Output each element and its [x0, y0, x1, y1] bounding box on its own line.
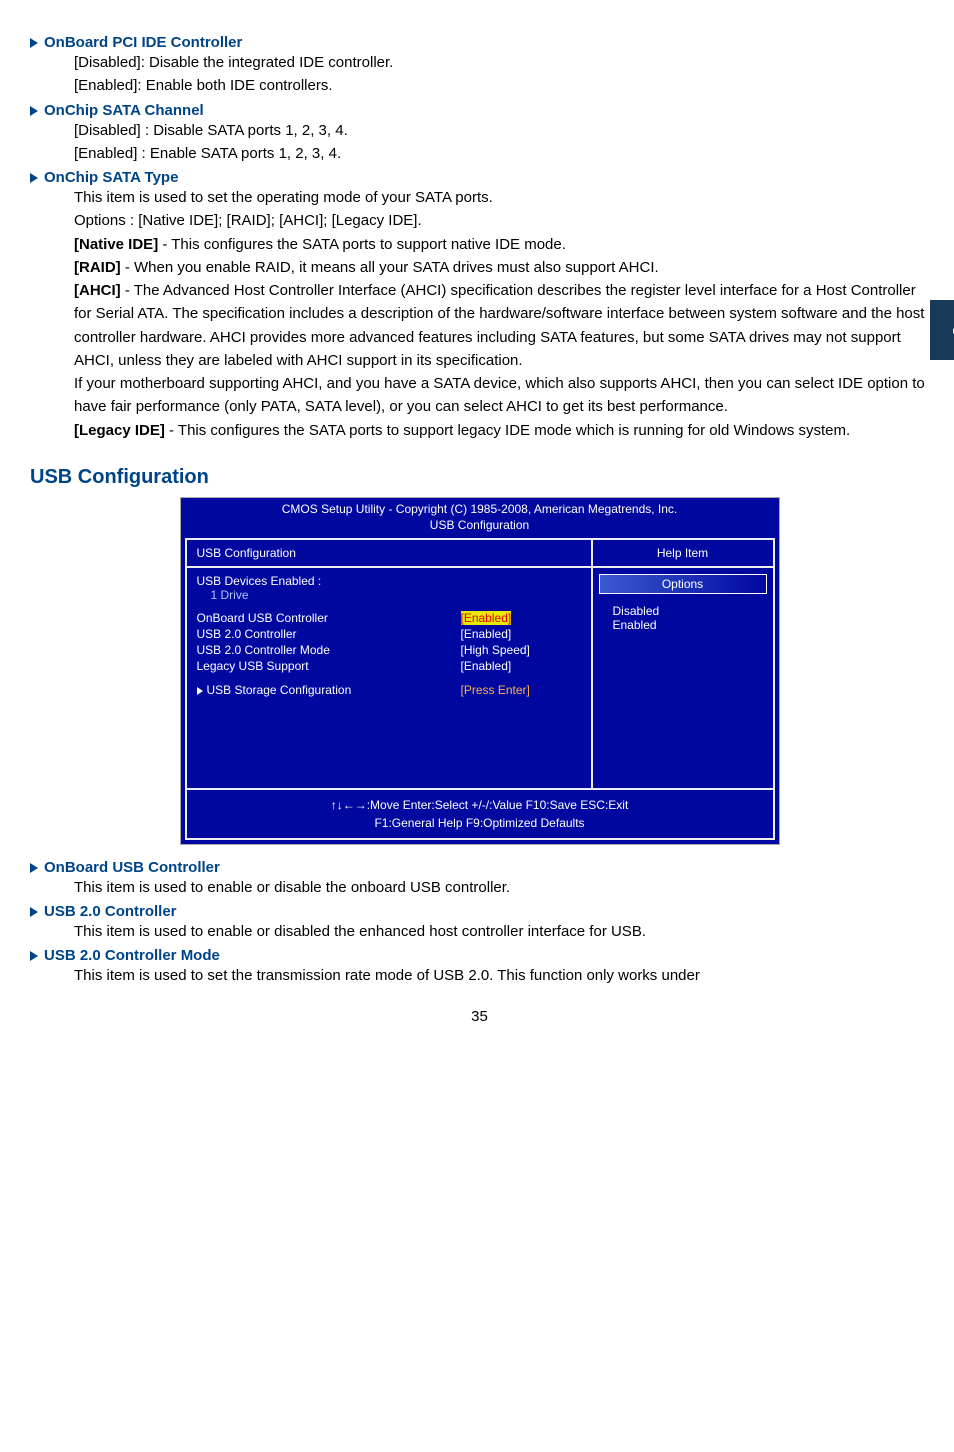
bios-row-value: [Enabled] [461, 659, 581, 673]
bios-footer-line: ↑↓←→:Move Enter:Select +/-/:Value F10:Sa… [191, 796, 769, 814]
body-line: Options : [Native IDE]; [RAID]; [AHCI]; … [74, 209, 929, 232]
section-title: OnChip SATA Channel [44, 102, 204, 119]
bios-rows: USB Devices Enabled : 1 Drive OnBoard US… [187, 568, 591, 788]
bios-submenu-value: [Press Enter] [461, 683, 581, 697]
bios-option[interactable]: Enabled [613, 618, 753, 632]
bios-options-box: Options [599, 574, 767, 594]
bios-row[interactable]: OnBoard USB Controller[Enabled] [197, 610, 581, 626]
bios-right-header: Help Item [593, 540, 773, 568]
bios-row-value: [Enabled] [461, 627, 581, 641]
bios-body: USB Configuration USB Devices Enabled : … [185, 538, 775, 790]
section-heading: OnBoard USB Controller [30, 859, 929, 876]
body-line: [Enabled] : Enable SATA ports 1, 2, 3, 4… [74, 142, 929, 165]
section-heading: USB 2.0 Controller Mode [30, 947, 929, 964]
section-title: OnChip SATA Type [44, 169, 178, 186]
bold-label: [RAID] [74, 259, 121, 276]
body-rest: - This configures the SATA ports to supp… [165, 422, 850, 439]
section-title: USB 2.0 Controller [44, 903, 177, 920]
highlighted-value: [Enabled] [461, 611, 512, 625]
bios-devices-label: USB Devices Enabled : [197, 574, 581, 588]
bios-row-label: Legacy USB Support [197, 659, 461, 673]
bios-subtitle: USB Configuration [181, 518, 779, 538]
bios-options-header: Options [600, 575, 766, 593]
bios-option[interactable]: Disabled [613, 604, 753, 618]
usb-config-heading: USB Configuration [30, 466, 929, 489]
arrow-icon [30, 907, 38, 917]
body-line: [Enabled]: Enable both IDE controllers. [74, 74, 929, 97]
bios-row-label: OnBoard USB Controller [197, 611, 461, 625]
body-line: [Legacy IDE] - This configures the SATA … [74, 419, 929, 442]
section-heading: OnChip SATA Type [30, 169, 929, 186]
bold-label: [Native IDE] [74, 236, 158, 253]
bios-right-panel: Help Item Options Disabled Enabled [593, 540, 773, 788]
arrow-icon [30, 106, 38, 116]
bios-row-label: USB 2.0 Controller Mode [197, 643, 461, 657]
bios-title: CMOS Setup Utility - Copyright (C) 1985-… [181, 498, 779, 518]
arrow-icon [30, 951, 38, 961]
submenu-arrow-icon [197, 687, 203, 695]
body-line: This item is used to set the transmissio… [74, 964, 929, 987]
section-heading: OnChip SATA Channel [30, 102, 929, 119]
bios-footer: ↑↓←→:Move Enter:Select +/-/:Value F10:Sa… [185, 790, 775, 840]
body-line: [Disabled] : Disable SATA ports 1, 2, 3,… [74, 119, 929, 142]
body-line: [Disabled]: Disable the integrated IDE c… [74, 51, 929, 74]
section-heading: USB 2.0 Controller [30, 903, 929, 920]
arrow-icon [30, 173, 38, 183]
bios-devices-value: 1 Drive [197, 588, 581, 602]
bios-row[interactable]: USB 2.0 Controller Mode[High Speed] [197, 642, 581, 658]
page-side-tab: 3 [930, 300, 954, 360]
bios-row-label: USB 2.0 Controller [197, 627, 461, 641]
body-line: [RAID] - When you enable RAID, it means … [74, 256, 929, 279]
body-line: This item is used to set the operating m… [74, 186, 929, 209]
bios-submenu-row[interactable]: USB Storage Configuration[Press Enter] [197, 682, 581, 698]
body-line: If your motherboard supporting AHCI, and… [74, 372, 929, 419]
bios-row[interactable]: USB 2.0 Controller[Enabled] [197, 626, 581, 642]
bold-label: [AHCI] [74, 282, 121, 299]
body-rest: - When you enable RAID, it means all you… [121, 259, 659, 276]
section-heading: OnBoard PCI IDE Controller [30, 34, 929, 51]
bios-row-value: [High Speed] [461, 643, 581, 657]
section-title: OnBoard USB Controller [44, 859, 220, 876]
bold-label: [Legacy IDE] [74, 422, 165, 439]
bios-left-header: USB Configuration [187, 540, 591, 568]
bios-options-list: Disabled Enabled [593, 600, 773, 642]
section-title: OnBoard PCI IDE Controller [44, 34, 242, 51]
body-line: [AHCI] - The Advanced Host Controller In… [74, 279, 929, 372]
arrow-icon [30, 38, 38, 48]
arrow-icon [30, 863, 38, 873]
body-rest: - This configures the SATA ports to supp… [158, 236, 566, 253]
bios-left-panel: USB Configuration USB Devices Enabled : … [187, 540, 593, 788]
body-line: This item is used to enable or disabled … [74, 920, 929, 943]
bios-row[interactable]: Legacy USB Support[Enabled] [197, 658, 581, 674]
body-line: [Native IDE] - This configures the SATA … [74, 233, 929, 256]
bios-footer-line: F1:General Help F9:Optimized Defaults [191, 814, 769, 832]
page-number: 35 [30, 1008, 929, 1025]
body-rest: - The Advanced Host Controller Interface… [74, 282, 924, 369]
bios-row-value: [Enabled] [461, 611, 581, 625]
page-tab-number: 3 [930, 326, 954, 336]
bios-screenshot: CMOS Setup Utility - Copyright (C) 1985-… [180, 497, 780, 845]
body-line: This item is used to enable or disable t… [74, 876, 929, 899]
section-title: USB 2.0 Controller Mode [44, 947, 220, 964]
bios-submenu-label: USB Storage Configuration [197, 683, 461, 697]
